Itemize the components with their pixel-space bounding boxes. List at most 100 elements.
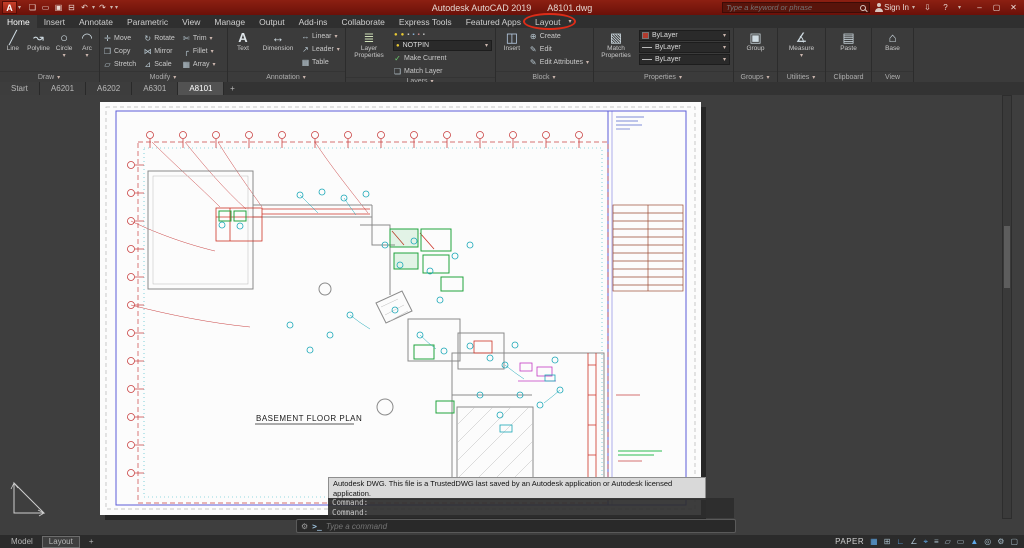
help-caret-icon[interactable]: ▾ <box>957 4 962 11</box>
ribbon-tab-layout[interactable]: Layout <box>528 15 568 28</box>
match-properties-tool[interactable]: ▧ Match Properties <box>597 30 635 59</box>
object-color-dropdown[interactable]: ByLayer ▾ <box>639 30 730 41</box>
search-icon[interactable] <box>860 5 866 11</box>
panel-label-draw[interactable]: Draw ▾ <box>0 71 99 82</box>
file-tab-a8101[interactable]: A8101 <box>178 82 224 95</box>
new-tab-button[interactable]: + <box>224 82 240 95</box>
ribbon-tab-featured-apps[interactable]: Featured Apps <box>459 15 528 28</box>
command-customize-icon[interactable]: ⚙ <box>301 522 308 531</box>
group-tool[interactable]: ▣ Group <box>739 30 773 52</box>
help-icon[interactable]: ? <box>939 3 952 12</box>
panel-label-properties[interactable]: Properties ▾ <box>594 71 733 82</box>
ribbon-tab-output[interactable]: Output <box>252 15 292 28</box>
transparency-icon[interactable]: ▱ <box>945 537 951 546</box>
download-icon[interactable]: ⇩ <box>921 3 934 12</box>
sign-in-button[interactable]: Sign In ▾ <box>875 3 916 12</box>
annotation-visibility-icon[interactable]: ◎ <box>984 537 991 546</box>
panel-label-utilities[interactable]: Utilities ▾ <box>778 71 825 82</box>
layer-freeze-icon[interactable]: ● <box>401 32 405 38</box>
ribbon-tab-express-tools[interactable]: Express Tools <box>392 15 459 28</box>
ribbon-tab-home[interactable]: Home <box>0 15 37 28</box>
grid-icon[interactable]: ▦ <box>870 537 878 546</box>
stretch-tool[interactable]: ▱Stretch <box>103 58 136 70</box>
scrollbar-thumb[interactable] <box>1004 226 1010 288</box>
lineweight-dropdown[interactable]: ByLayer ▾ <box>639 42 730 53</box>
file-tab-start[interactable]: Start <box>0 82 40 95</box>
line-tool[interactable]: ╱ Line <box>3 30 23 52</box>
ribbon-tab-collaborate[interactable]: Collaborate <box>334 15 391 28</box>
table-tool[interactable]: ▦Table <box>301 56 341 68</box>
match-layer-tool[interactable]: ❏Match Layer <box>393 65 492 77</box>
circle-caret-icon[interactable]: ▾ <box>62 52 67 59</box>
ribbon-tab-parametric[interactable]: Parametric <box>120 15 175 28</box>
annotation-scale-icon[interactable]: ▲ <box>970 537 978 546</box>
panel-label-clipboard[interactable]: Clipboard <box>826 71 871 82</box>
scale-tool[interactable]: ⊿Scale <box>143 58 175 70</box>
trim-tool[interactable]: ✄Trim▾ <box>182 32 217 44</box>
lineweight-icon[interactable]: ≡ <box>934 537 939 546</box>
panel-label-block[interactable]: Block ▾ <box>496 71 593 82</box>
panel-label-groups[interactable]: Groups ▾ <box>734 71 777 82</box>
fillet-tool[interactable]: ╭Fillet▾ <box>182 45 217 57</box>
selection-cycling-icon[interactable]: ▭ <box>957 537 965 546</box>
array-tool[interactable]: ▦Array▾ <box>182 58 217 70</box>
insert-tool[interactable]: ◫ Insert <box>499 30 525 52</box>
layer-color-icon[interactable]: ▪ <box>412 32 414 38</box>
ribbon-options-caret-icon[interactable]: ▾ <box>568 18 573 25</box>
mirror-tool[interactable]: ⋈Mirror <box>143 45 175 57</box>
ribbon-tab-addins[interactable]: Add-ins <box>292 15 335 28</box>
paper-space-indicator[interactable]: PAPER <box>835 537 864 546</box>
layer-isolate-icon[interactable]: ▪ <box>423 32 425 38</box>
circle-tool[interactable]: ○ Circle ▾ <box>54 30 74 59</box>
qat-customize-caret-icon[interactable]: ▾ <box>114 4 119 11</box>
arc-caret-icon[interactable]: ▾ <box>84 52 89 59</box>
create-block-tool[interactable]: ⊕Create <box>529 30 590 42</box>
ribbon-tab-manage[interactable]: Manage <box>207 15 252 28</box>
search-input[interactable] <box>726 3 858 12</box>
linetype-dropdown[interactable]: ByLayer ▾ <box>639 54 730 65</box>
app-menu-caret-icon[interactable]: ▾ <box>17 4 22 11</box>
ribbon-tab-view[interactable]: View <box>175 15 207 28</box>
file-tab-a6202[interactable]: A6202 <box>86 82 132 95</box>
model-tab[interactable]: Model <box>5 535 39 548</box>
minimize-button[interactable]: – <box>971 3 988 12</box>
panel-label-annotation[interactable]: Annotation ▾ <box>228 71 345 82</box>
leader-tool[interactable]: ↗Leader▾ <box>301 43 341 55</box>
snap-icon[interactable]: ⊞ <box>884 537 891 546</box>
close-button[interactable]: ✕ <box>1005 3 1022 12</box>
command-input[interactable] <box>326 522 731 531</box>
layer-plot-icon[interactable]: ▪ <box>418 32 420 38</box>
dimension-tool[interactable]: ↔ Dimension <box>259 30 297 52</box>
linear-tool[interactable]: ↔Linear▾ <box>301 30 341 42</box>
base-view-tool[interactable]: ⌂ Base <box>876 30 910 52</box>
undo-icon[interactable]: ↶ <box>78 3 91 12</box>
drawing-viewport[interactable]: BASEMENT FLOOR PLAN <box>0 95 1024 535</box>
file-tab-a6301[interactable]: A6301 <box>132 82 178 95</box>
file-tab-a6201[interactable]: A6201 <box>40 82 86 95</box>
osnap-icon[interactable]: ⌖ <box>923 537 928 547</box>
polar-tracking-icon[interactable]: ∠ <box>910 537 917 546</box>
text-tool[interactable]: A Text <box>231 30 255 52</box>
panel-label-modify[interactable]: Modify ▾ <box>100 71 227 82</box>
redo-icon[interactable]: ↷ <box>96 3 109 12</box>
measure-caret-icon[interactable]: ▾ <box>799 52 804 59</box>
new-layout-button[interactable]: + <box>83 535 100 548</box>
ribbon-tab-annotate[interactable]: Annotate <box>72 15 120 28</box>
layer-lock-icon[interactable]: ▪ <box>407 32 409 38</box>
edit-block-tool[interactable]: ✎Edit <box>529 43 590 55</box>
panel-label-view[interactable]: View <box>872 71 913 82</box>
ribbon-tab-insert[interactable]: Insert <box>37 15 72 28</box>
rotate-tool[interactable]: ↻Rotate <box>143 32 175 44</box>
layer-on-icon[interactable]: ● <box>394 32 398 38</box>
vertical-scrollbar[interactable] <box>1002 95 1012 519</box>
new-file-icon[interactable]: ❏ <box>26 3 39 12</box>
autocad-logo-icon[interactable]: A <box>2 1 17 14</box>
polyline-tool[interactable]: ↝ Polyline <box>27 30 50 52</box>
open-file-icon[interactable]: ▭ <box>39 3 52 12</box>
measure-tool[interactable]: ∡ Measure ▾ <box>785 30 819 59</box>
move-tool[interactable]: ✛Move <box>103 32 136 44</box>
layer-properties-tool[interactable]: ≣ Layer Properties <box>349 30 389 59</box>
edit-attributes-tool[interactable]: ✎Edit Attributes▾ <box>529 56 590 68</box>
arc-tool[interactable]: ◠ Arc ▾ <box>78 30 96 59</box>
clean-screen-icon[interactable]: ▢ <box>1010 537 1018 546</box>
